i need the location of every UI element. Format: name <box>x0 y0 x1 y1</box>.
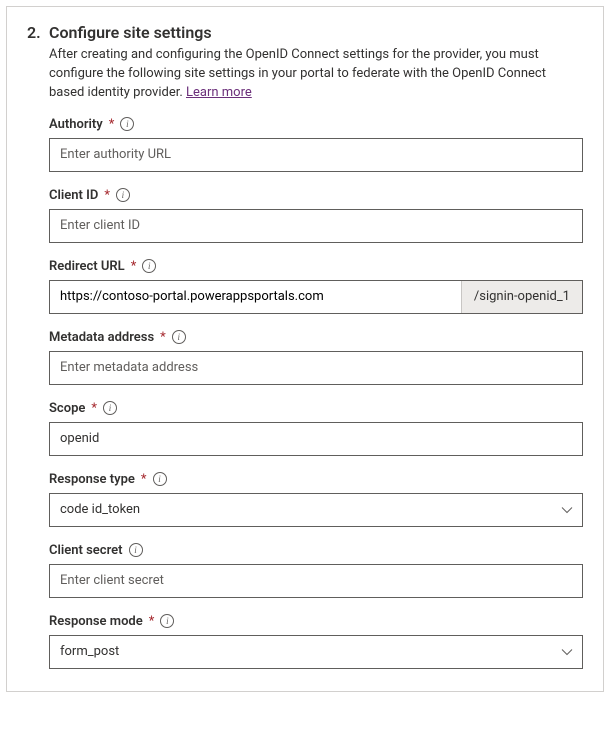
info-icon[interactable]: i <box>142 259 156 273</box>
response-type-label: Response type <box>49 472 135 487</box>
label-row: Response type * i <box>49 472 583 487</box>
step-header: 2. Configure site settings <box>27 23 583 42</box>
label-row: Authority * i <box>49 117 583 132</box>
configure-site-settings-panel: 2. Configure site settings After creatin… <box>6 6 604 692</box>
learn-more-link[interactable]: Learn more <box>186 85 252 100</box>
step-description: After creating and configuring the OpenI… <box>49 46 583 103</box>
required-indicator: * <box>91 401 97 416</box>
required-indicator: * <box>104 188 110 203</box>
scope-label: Scope <box>49 401 85 416</box>
field-response-mode: Response mode * i form_post <box>49 614 583 669</box>
field-response-type: Response type * i code id_token <box>49 472 583 527</box>
metadata-input[interactable] <box>49 351 583 385</box>
field-authority: Authority * i <box>49 117 583 172</box>
info-icon[interactable]: i <box>103 401 117 415</box>
required-indicator: * <box>131 259 137 274</box>
redirect-url-input-group: /signin-openid_1 <box>49 280 583 314</box>
info-icon[interactable]: i <box>160 614 174 628</box>
info-icon[interactable]: i <box>129 543 143 557</box>
required-indicator: * <box>160 330 166 345</box>
redirect-url-suffix: /signin-openid_1 <box>461 281 582 313</box>
response-mode-label: Response mode <box>49 614 143 629</box>
authority-label: Authority <box>49 117 103 132</box>
field-redirect-url: Redirect URL * i /signin-openid_1 <box>49 259 583 314</box>
field-scope: Scope * i <box>49 401 583 456</box>
required-indicator: * <box>109 117 115 132</box>
label-row: Redirect URL * i <box>49 259 583 274</box>
field-client-secret: Client secret i <box>49 543 583 598</box>
redirect-url-input[interactable] <box>50 281 461 313</box>
required-indicator: * <box>141 472 147 487</box>
field-client-id: Client ID * i <box>49 188 583 243</box>
form-fields: Authority * i Client ID * i Redirect URL… <box>49 117 583 669</box>
required-indicator: * <box>149 614 155 629</box>
info-icon[interactable]: i <box>120 117 134 131</box>
response-type-select-wrap: code id_token <box>49 493 583 527</box>
info-icon[interactable]: i <box>172 330 186 344</box>
step-number: 2. <box>27 23 43 42</box>
step-description-text: After creating and configuring the OpenI… <box>49 47 546 100</box>
client-secret-label: Client secret <box>49 543 123 558</box>
label-row: Scope * i <box>49 401 583 416</box>
label-row: Client secret i <box>49 543 583 558</box>
field-metadata-address: Metadata address * i <box>49 330 583 385</box>
scope-input[interactable] <box>49 422 583 456</box>
response-mode-select[interactable]: form_post <box>49 635 583 669</box>
label-row: Client ID * i <box>49 188 583 203</box>
authority-input[interactable] <box>49 138 583 172</box>
redirect-url-label: Redirect URL <box>49 259 125 274</box>
info-icon[interactable]: i <box>153 472 167 486</box>
label-row: Response mode * i <box>49 614 583 629</box>
response-type-select[interactable]: code id_token <box>49 493 583 527</box>
client-id-label: Client ID <box>49 188 98 203</box>
metadata-label: Metadata address <box>49 330 154 345</box>
client-secret-input[interactable] <box>49 564 583 598</box>
info-icon[interactable]: i <box>116 188 130 202</box>
label-row: Metadata address * i <box>49 330 583 345</box>
client-id-input[interactable] <box>49 209 583 243</box>
response-mode-select-wrap: form_post <box>49 635 583 669</box>
step-title: Configure site settings <box>49 23 212 42</box>
